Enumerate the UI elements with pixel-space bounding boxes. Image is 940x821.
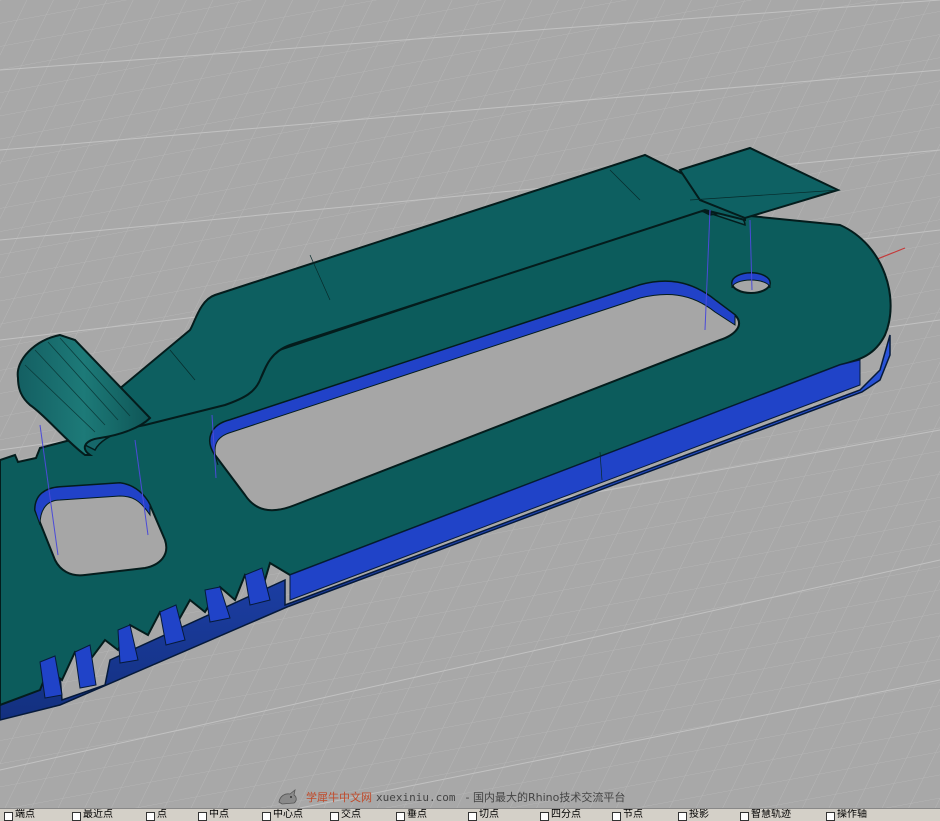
osnap-item[interactable]: 四分点 (540, 809, 581, 821)
osnap-status-bar: 端点 最近点 点 中点 中心点 交点 垂点 切点 四分点 节点 投影 智慧轨迹 … (0, 808, 940, 821)
osnap-label: 操作轴 (837, 809, 867, 820)
watermark-site: xuexiniu.com (376, 790, 456, 804)
osnap-checkbox[interactable] (72, 811, 81, 821)
osnap-item[interactable]: 交点 (330, 809, 361, 821)
osnap-checkbox[interactable] (396, 811, 405, 821)
osnap-label: 节点 (623, 809, 643, 820)
osnap-item[interactable]: 最近点 (72, 809, 113, 821)
osnap-checkbox[interactable] (330, 811, 339, 821)
osnap-item[interactable]: 点 (146, 809, 167, 821)
osnap-item[interactable]: 切点 (468, 809, 499, 821)
osnap-checkbox[interactable] (678, 811, 687, 821)
osnap-checkbox[interactable] (740, 811, 749, 821)
perspective-viewport[interactable] (0, 0, 940, 808)
osnap-checkbox[interactable] (468, 811, 477, 821)
osnap-label: 中心点 (273, 809, 303, 820)
osnap-item[interactable]: 节点 (612, 809, 643, 821)
osnap-checkbox[interactable] (826, 811, 835, 821)
rhino-logo-icon (278, 789, 297, 805)
osnap-label: 切点 (479, 809, 499, 820)
osnap-checkbox[interactable] (146, 811, 155, 821)
osnap-label: 最近点 (83, 809, 113, 820)
osnap-item[interactable]: 投影 (678, 809, 709, 821)
watermark-brand: 学犀牛中文网 (306, 791, 372, 804)
osnap-item[interactable]: 端点 (4, 809, 35, 821)
osnap-checkbox[interactable] (262, 811, 271, 821)
osnap-label: 交点 (341, 809, 361, 820)
osnap-label: 四分点 (551, 809, 581, 820)
osnap-label: 中点 (209, 809, 229, 820)
osnap-checkbox[interactable] (198, 811, 207, 821)
osnap-label: 垂点 (407, 809, 427, 820)
osnap-label: 智慧轨迹 (751, 809, 791, 820)
osnap-item[interactable]: 中心点 (262, 809, 303, 821)
osnap-checkbox[interactable] (540, 811, 549, 821)
watermark-tagline: - 国内最大的Rhino技术交流平台 (465, 791, 626, 804)
osnap-item[interactable]: 操作轴 (826, 809, 867, 821)
osnap-label: 端点 (15, 809, 35, 820)
osnap-checkbox[interactable] (4, 811, 13, 821)
osnap-checkbox[interactable] (612, 811, 621, 821)
osnap-label: 投影 (689, 809, 709, 820)
osnap-item[interactable]: 垂点 (396, 809, 427, 821)
osnap-item[interactable]: 智慧轨迹 (740, 809, 791, 821)
viewport-canvas[interactable] (0, 0, 940, 808)
osnap-label: 点 (157, 809, 167, 820)
osnap-item[interactable]: 中点 (198, 809, 229, 821)
watermark: 学犀牛中文网 xuexiniu.com - 国内最大的Rhino技术交流平台 (276, 786, 625, 808)
